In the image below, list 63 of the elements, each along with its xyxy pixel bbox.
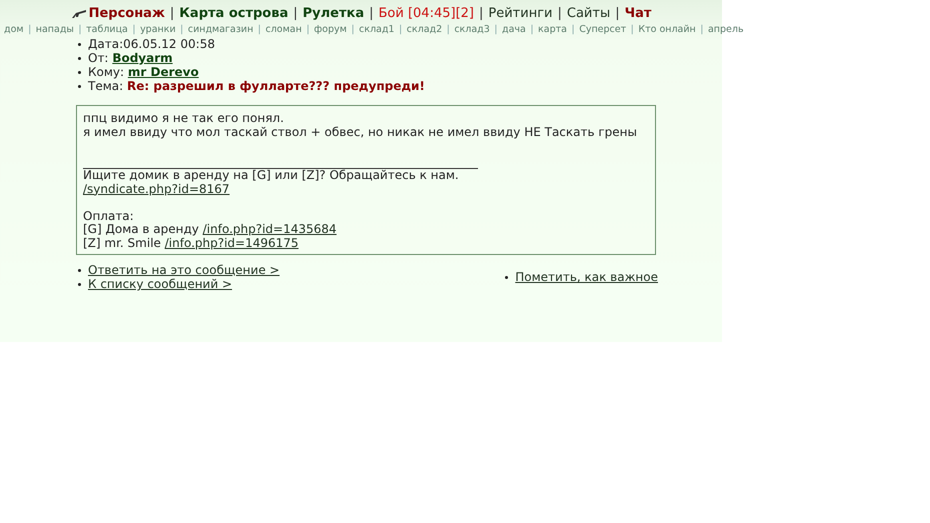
separator: |	[78, 24, 82, 35]
nav-link[interactable]: синдмагазин	[188, 24, 254, 35]
separator: |	[557, 6, 562, 21]
nav-link[interactable]: Суперсет	[579, 24, 626, 35]
nav-link[interactable]: дом	[4, 24, 24, 35]
nav-link[interactable]: Рейтинги	[488, 6, 552, 21]
nav-link[interactable]: Рулетка	[302, 6, 364, 21]
separator: |	[28, 24, 32, 35]
message-text: Ищите домик в аренду на [G] или [Z]? Обращайтесь к нам.	[83, 168, 459, 182]
field-label: Кому:	[88, 65, 124, 79]
user-link[interactable]: mr Derevo	[128, 65, 199, 79]
separator: |	[180, 24, 184, 35]
separator: |	[700, 24, 704, 35]
nav-link[interactable]: напады	[36, 24, 74, 35]
nav-link[interactable]: Кто онлайн	[638, 24, 696, 35]
separator: |	[571, 24, 575, 35]
message-text: [Z] mr. Smile	[83, 236, 161, 250]
separator: |	[630, 24, 634, 35]
separator: |	[306, 24, 310, 35]
separator: |	[293, 6, 298, 21]
message-link[interactable]: /info.php?id=1496175	[164, 236, 299, 250]
separator: |	[132, 24, 136, 35]
nav-link[interactable]: Сайты	[566, 6, 610, 21]
action-link[interactable]: К списку сообщений >	[88, 277, 232, 291]
nav-link[interactable]: склад1	[358, 24, 394, 35]
message-text: ппц видимо я не так его понял.	[83, 111, 284, 125]
nav-link[interactable]: сломан	[266, 24, 302, 35]
nav-link[interactable]: карта	[538, 24, 567, 35]
field-label: Тема:	[88, 79, 124, 93]
user-link[interactable]: Bodyarm	[112, 51, 173, 65]
nav-link[interactable]: таблица	[86, 24, 128, 35]
subject-text: Re: разрешил в фулларте??? предупреди!	[127, 79, 425, 93]
separator: |	[258, 24, 261, 35]
separator: |	[398, 24, 402, 35]
action-link[interactable]: Ответить на это сообщение >	[88, 263, 280, 277]
separator: |	[446, 24, 450, 35]
action-link[interactable]: Пометить, как важное	[515, 270, 658, 284]
nav-link[interactable]: склад3	[454, 24, 490, 35]
separator: |	[351, 24, 354, 35]
message-link[interactable]: /syndicate.php?id=8167	[83, 182, 230, 196]
separator: |	[615, 6, 620, 21]
separator: |	[530, 24, 534, 35]
message-text: Оплата:	[83, 208, 134, 222]
separator: |	[170, 6, 174, 21]
nav-link[interactable]: Чат	[624, 6, 652, 21]
nav-link[interactable]: склад2	[406, 24, 442, 35]
nav-link[interactable]: форум	[314, 24, 347, 35]
message-link[interactable]: /info.php?id=1435684	[202, 222, 337, 236]
separator: |	[494, 24, 498, 35]
field-label: Дата:	[88, 37, 124, 51]
message-text: я имел ввиду что мол таскай ствол + обвес, но никак не имел ввиду НЕ Таскать грены	[83, 124, 637, 138]
separator: |	[369, 6, 374, 21]
nav-link[interactable]: Персонаж	[88, 6, 165, 21]
date-value: 06.05.12 00:58	[123, 37, 215, 51]
field-label: От:	[88, 51, 108, 65]
separator: |	[479, 6, 484, 21]
nav-link[interactable]: апрель	[708, 24, 744, 35]
nav-link[interactable]: Карта острова	[179, 6, 288, 21]
message-text: [G] Дома в аренду	[83, 222, 199, 236]
nav-link[interactable]: Бой [04:45][2]	[378, 6, 474, 21]
nav-link[interactable]: дача	[502, 24, 526, 35]
nav-link[interactable]: уранки	[140, 24, 176, 35]
gun-icon	[70, 8, 87, 18]
